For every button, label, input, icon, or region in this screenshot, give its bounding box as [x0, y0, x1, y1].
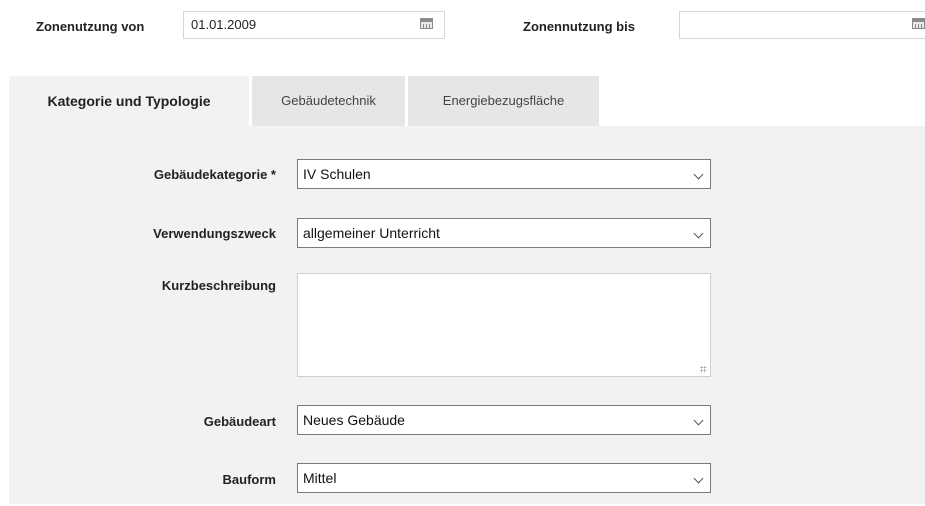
verwendungszweck-select[interactable]: allgemeiner Unterricht [297, 218, 711, 248]
bauform-select[interactable]: Mittel [297, 463, 711, 493]
calendar-icon[interactable] [420, 18, 433, 29]
tab-label: Gebäudetechnik [281, 93, 376, 108]
chevron-down-icon [693, 228, 704, 239]
bauform-value: Mittel [303, 470, 337, 486]
calendar-icon[interactable] [912, 18, 925, 29]
zonenutzung-von-input[interactable]: 01.01.2009 [183, 11, 445, 39]
chevron-down-icon [693, 473, 704, 484]
tab-gebaeudetechnik[interactable]: Gebäudetechnik [252, 76, 405, 126]
zonennutzung-bis-input[interactable] [679, 11, 925, 39]
chevron-down-icon [693, 169, 704, 180]
gebaeudekategorie-select[interactable]: IV Schulen [297, 159, 711, 189]
resize-handle-icon[interactable] [700, 366, 707, 373]
chevron-down-icon [693, 415, 704, 426]
tab-kategorie-und-typologie[interactable]: Kategorie und Typologie [9, 76, 249, 126]
kurzbeschreibung-label: Kurzbeschreibung [161, 278, 276, 293]
gebaeudeart-select[interactable]: Neues Gebäude [297, 405, 711, 435]
kurzbeschreibung-textarea[interactable] [297, 273, 711, 377]
verwendungszweck-label: Verwendungszweck [153, 226, 276, 241]
gebaeudeart-label: Gebäudeart [203, 414, 276, 429]
verwendungszweck-value: allgemeiner Unterricht [303, 225, 440, 241]
bauform-label: Bauform [222, 472, 276, 487]
zonenutzung-von-value: 01.01.2009 [191, 17, 257, 32]
gebaeudekategorie-label: Gebäudekategorie * [153, 167, 276, 182]
zonennutzung-bis-label: Zonennutzung bis [523, 19, 635, 34]
zonenutzung-von-label: Zonenutzung von [36, 19, 145, 34]
tab-label: Kategorie und Typologie [47, 93, 211, 109]
gebaeudeart-value: Neues Gebäude [303, 412, 405, 428]
gebaeudekategorie-value: IV Schulen [303, 166, 371, 182]
tab-label: Energiebezugsfläche [442, 93, 565, 108]
tab-energiebezugsflaeche[interactable]: Energiebezugsfläche [408, 76, 599, 126]
